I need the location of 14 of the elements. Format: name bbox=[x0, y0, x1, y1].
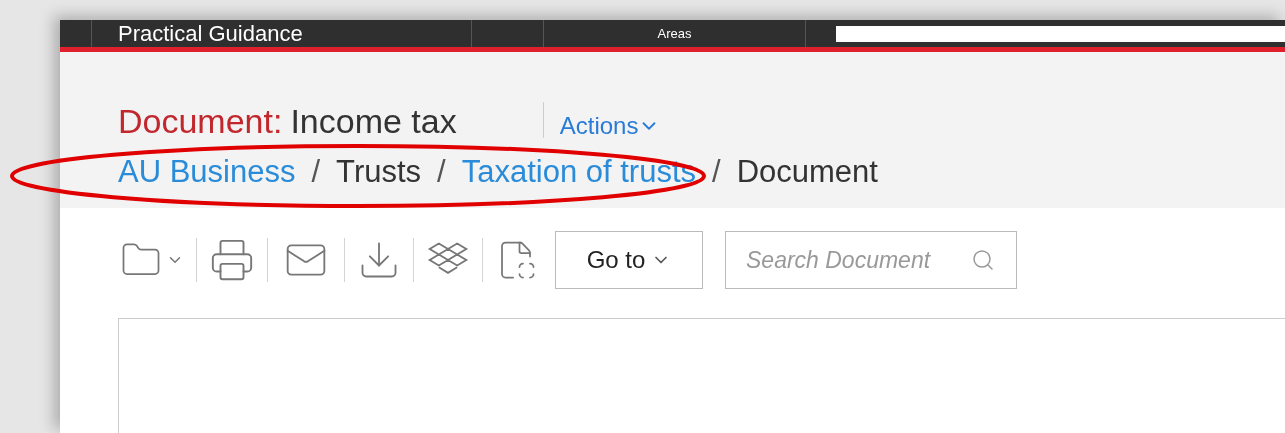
document-title: Income tax bbox=[290, 104, 457, 138]
search-field[interactable] bbox=[836, 26, 1285, 42]
print-button[interactable] bbox=[209, 237, 255, 283]
actions-menu[interactable]: Actions bbox=[559, 114, 661, 138]
breadcrumb-separator: / bbox=[311, 152, 321, 191]
breadcrumb-separator: / bbox=[437, 152, 446, 191]
breadcrumb-text: Document bbox=[736, 152, 878, 191]
document-label: Document: bbox=[118, 104, 283, 138]
goto-menu[interactable]: Go to bbox=[555, 231, 703, 289]
search-document-field[interactable]: Search Document bbox=[725, 231, 1017, 289]
search-icon bbox=[971, 248, 995, 272]
breadcrumb-text: Trusts bbox=[336, 152, 422, 191]
breadcrumb-separator: / bbox=[712, 152, 721, 191]
printer-icon bbox=[209, 237, 255, 283]
